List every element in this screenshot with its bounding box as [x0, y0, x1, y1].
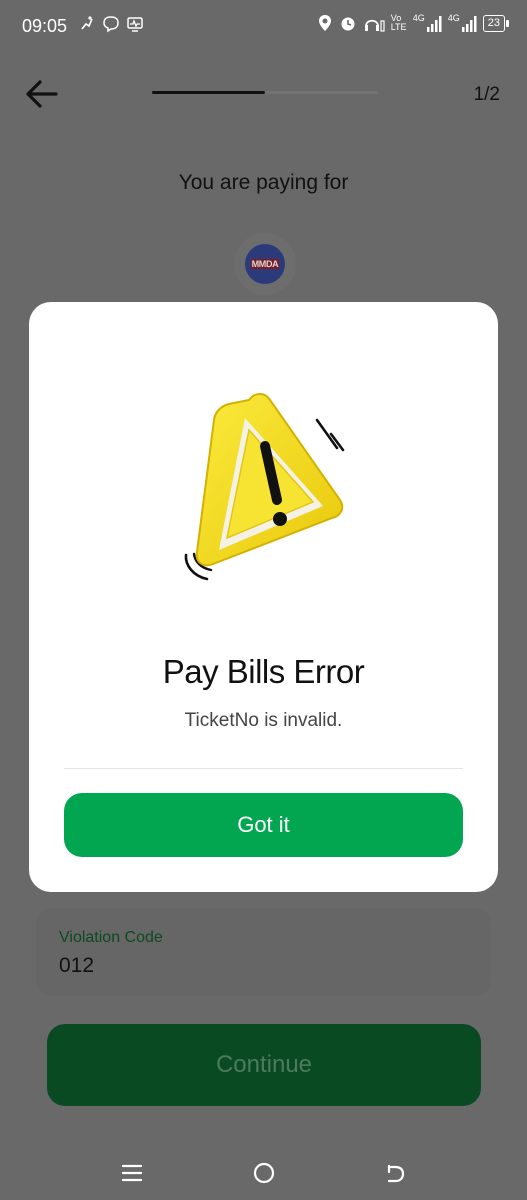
- violation-code-label: Violation Code: [59, 929, 163, 946]
- continue-button[interactable]: Continue: [47, 1024, 481, 1106]
- warning-icon: [184, 393, 345, 581]
- step-progress-bar: [152, 91, 378, 94]
- got-it-button[interactable]: Got it: [64, 793, 463, 857]
- hamburger-icon: [121, 1164, 143, 1182]
- dialog-divider: [64, 768, 463, 769]
- system-nav-bar: [0, 1140, 527, 1200]
- dialog-message: TicketNo is invalid.: [184, 710, 343, 731]
- network-4g-label-2: 4G: [447, 13, 460, 23]
- status-bar: 09:05 Vo LTE 4G 4G 23: [0, 0, 527, 54]
- monitor-icon: [126, 15, 144, 33]
- step-progress-fill: [152, 91, 265, 94]
- back-curve-icon: [387, 1164, 405, 1183]
- network-4g-label: 4G: [412, 13, 425, 23]
- biller-logo: MMDA: [234, 233, 296, 295]
- biller-logo-text: MMDA: [250, 259, 280, 269]
- back-nav-button[interactable]: [381, 1158, 411, 1188]
- volte-label: Vo LTE: [390, 13, 407, 32]
- violation-code-field[interactable]: Violation Code 012: [36, 908, 491, 996]
- signal-4g-icon: 4G: [413, 14, 442, 32]
- error-dialog: Pay Bills Error TicketNo is invalid. Got…: [29, 302, 498, 892]
- location-icon: [317, 14, 333, 32]
- battery-icon: 23: [482, 14, 510, 32]
- dialog-title: Pay Bills Error: [162, 653, 365, 690]
- headphones-icon: [363, 14, 385, 32]
- activity-icon: [78, 15, 96, 33]
- home-circle-icon: [253, 1162, 275, 1184]
- step-count: 1/2: [473, 84, 500, 105]
- signal-4g-icon-2: 4G: [448, 14, 477, 32]
- violation-code-value: 012: [59, 954, 95, 977]
- menu-nav-button[interactable]: [118, 1158, 148, 1188]
- viber-icon: [102, 15, 120, 33]
- back-button[interactable]: [22, 76, 62, 112]
- mmda-logo-icon: MMDA: [245, 244, 285, 284]
- home-nav-button[interactable]: [249, 1158, 279, 1188]
- arrow-left-icon: [26, 80, 58, 108]
- status-time: 09:05: [22, 16, 68, 36]
- paying-for-heading: You are paying for: [178, 171, 349, 194]
- alarm-icon: [339, 14, 357, 32]
